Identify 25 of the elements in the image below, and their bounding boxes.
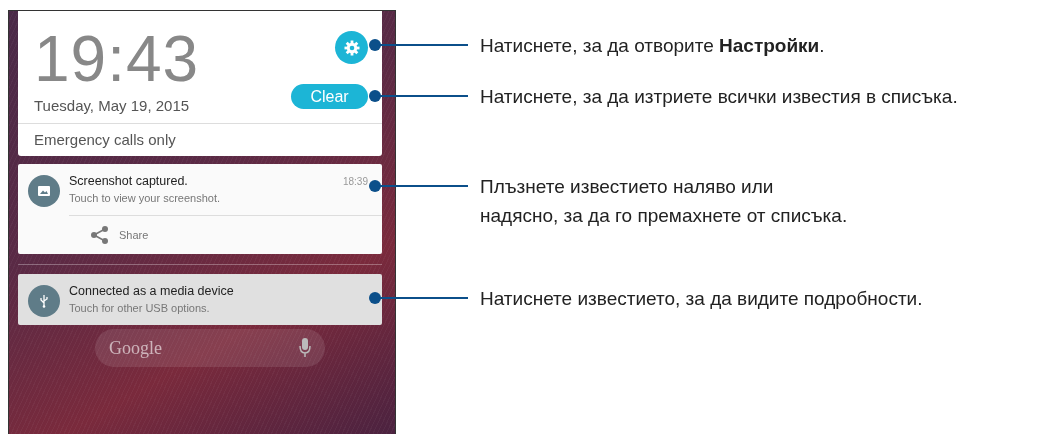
notification-card[interactable]: Screenshot captured. Touch to view your screenshot. 18:39 Share [18,164,382,254]
image-icon [28,175,60,207]
clock-time: 19:43 [34,27,200,91]
share-button[interactable]: Share [69,225,149,245]
usb-icon [28,285,60,317]
search-placeholder: Google [109,337,162,359]
settings-icon [343,39,360,56]
microphone-icon [299,338,311,358]
callout-text: Плъзнете известието наляво или [480,175,775,199]
callout-text: надясно, за да го премахнете от списъка. [480,204,848,228]
clock-date: Tuesday, May 19, 2015 [34,97,191,114]
clear-button[interactable]: Clear [291,84,368,109]
network-status: Emergency calls only [33,130,177,150]
search-bar[interactable]: Google [95,329,325,367]
notification-text: Touch to view your screenshot. [69,192,222,204]
notification-title: Connected as a media device [69,284,235,298]
share-icon [89,225,111,245]
callout-text: Натиснете, за да отворите Настройки. [480,34,825,58]
notification-card[interactable]: Connected as a media device Touch for other USB options. [18,274,382,325]
notification-text: Touch for other USB options. [69,302,211,314]
notification-time: 18:39 [342,176,368,187]
callout-text: Натиснете, за да изтриете всички известия в списъка. [480,85,958,109]
settings-button[interactable] [335,31,368,64]
notification-title: Screenshot captured. [69,174,189,188]
callout-text: Натиснете известието, за да видите подробности. [480,287,923,311]
